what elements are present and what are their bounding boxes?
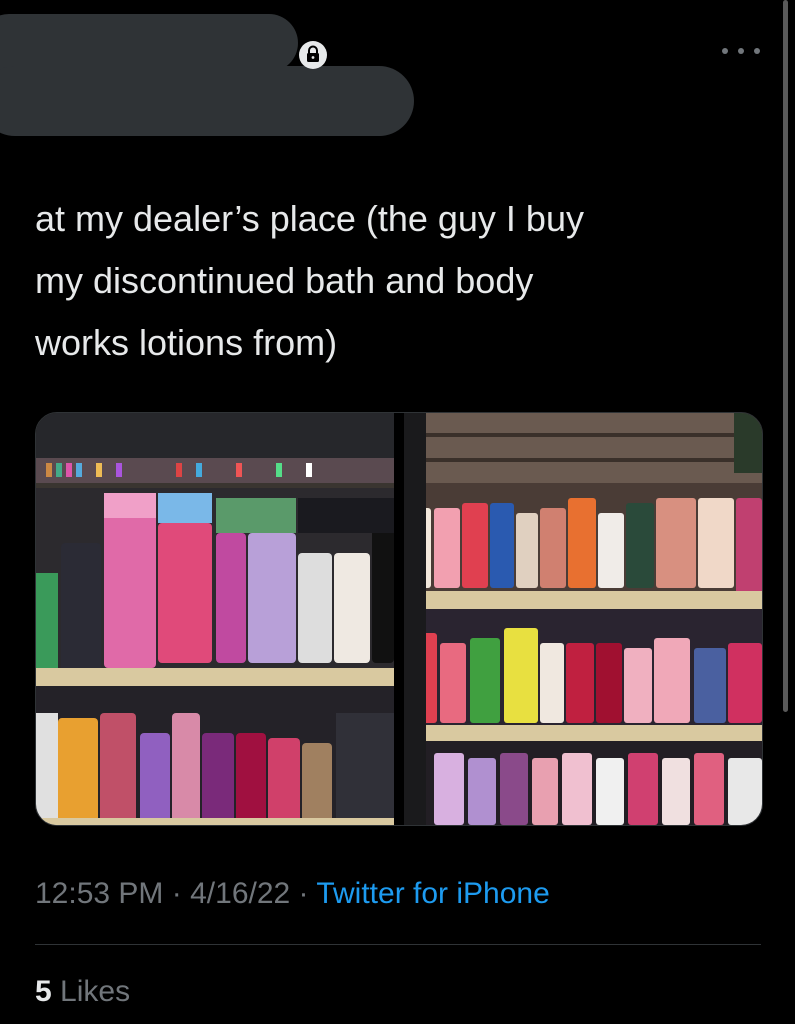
tweet-text: at my dealer’s place (the guy I buy my d… bbox=[35, 198, 584, 363]
redacted-display-name bbox=[0, 14, 298, 72]
tweet-date[interactable]: 4/16/22 bbox=[190, 877, 290, 910]
scrollbar[interactable] bbox=[783, 0, 788, 712]
more-options-icon[interactable] bbox=[722, 40, 760, 62]
shelf-photo-right-image bbox=[404, 413, 762, 825]
divider bbox=[35, 944, 761, 945]
meta-separator: · bbox=[298, 877, 309, 910]
likes-label: Likes bbox=[60, 975, 131, 1008]
tweet-metadata: 12:53 PM · 4/16/22 · Twitter for iPhone bbox=[35, 874, 550, 914]
redacted-username bbox=[0, 66, 414, 136]
likes-count: 5 bbox=[35, 975, 52, 1008]
meta-separator: · bbox=[171, 877, 182, 910]
tweet-time[interactable]: 12:53 PM bbox=[35, 877, 163, 910]
photo-left[interactable] bbox=[36, 413, 394, 825]
tweet-media[interactable] bbox=[35, 412, 763, 826]
tweet-source-link[interactable]: Twitter for iPhone bbox=[316, 877, 549, 910]
likes-link[interactable]: 5 Likes bbox=[35, 972, 130, 1012]
lock-icon bbox=[299, 41, 327, 69]
photo-right[interactable] bbox=[404, 413, 762, 825]
shelf-photo-left-image bbox=[36, 413, 394, 825]
